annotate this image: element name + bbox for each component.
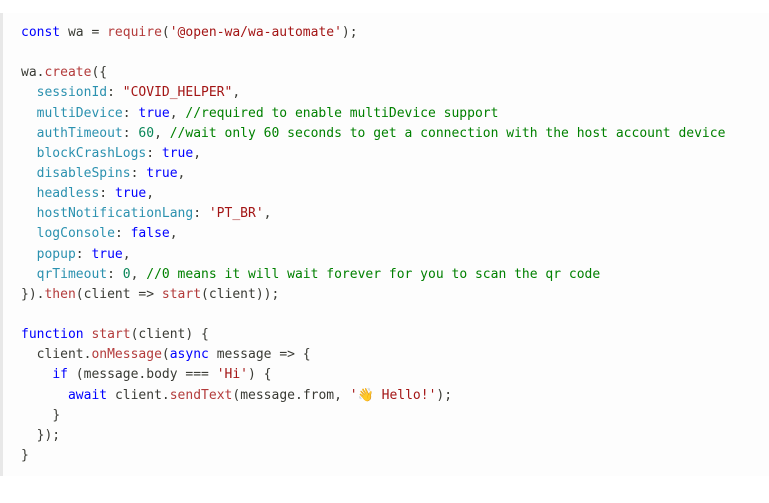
var-wa: wa (21, 65, 37, 80)
key-blockCrashLogs: blockCrashLogs (37, 146, 147, 161)
op: . (295, 388, 303, 403)
var-client: client (115, 388, 162, 403)
cmt-authTimeout: //wait only 60 seconds to get a connecti… (170, 126, 726, 141)
cmt-qrTimeout: //0 means it will wait forever for you t… (146, 267, 600, 282)
kw-const: const (21, 25, 60, 40)
op: , (146, 186, 154, 201)
op: = (91, 25, 99, 40)
str-hello: '👋 Hello!' (350, 388, 437, 403)
val-disableSpins: true (146, 166, 177, 181)
op: => { (279, 347, 310, 362)
val-logConsole: false (131, 226, 170, 241)
val-blockCrashLogs: true (162, 146, 193, 161)
op: }); (37, 428, 60, 443)
op: => (138, 287, 154, 302)
op: , (264, 206, 272, 221)
op: , (232, 85, 240, 100)
fn-start: start (162, 287, 201, 302)
kw-function: function (21, 327, 84, 342)
op: ( (162, 25, 170, 40)
op: , (170, 226, 178, 241)
op: ( (76, 367, 84, 382)
var-message: message (84, 367, 139, 382)
val-popup: true (91, 247, 122, 262)
key-headless: headless (37, 186, 100, 201)
op: : (131, 166, 139, 181)
prop-from: from (303, 388, 334, 403)
key-authTimeout: authTimeout (37, 126, 123, 141)
kw-await: await (68, 388, 107, 403)
param-client: client (138, 327, 185, 342)
op: , (334, 388, 342, 403)
op: } (21, 448, 29, 463)
fn-create: create (44, 65, 91, 80)
val-qrTimeout: 0 (123, 267, 131, 282)
op: , (178, 166, 186, 181)
op: : (107, 267, 115, 282)
op: )); (256, 287, 279, 302)
val-headless: true (115, 186, 146, 201)
str-pkg: '@open-wa/wa-automate' (170, 25, 342, 40)
var-wa: wa (68, 25, 84, 40)
op: . (162, 388, 170, 403)
op-eq: === (185, 367, 208, 382)
code-block: const wa = require('@open-wa/wa-automate… (0, 13, 769, 476)
kw-if: if (52, 367, 68, 382)
op: ) { (248, 367, 271, 382)
key-disableSpins: disableSpins (37, 166, 131, 181)
op: , (170, 106, 178, 121)
op: : (107, 85, 115, 100)
var-client: client (37, 347, 84, 362)
op: ( (76, 287, 84, 302)
op: : (123, 126, 131, 141)
var-message: message (240, 388, 295, 403)
str-hi: 'Hi' (217, 367, 248, 382)
key-popup: popup (37, 247, 76, 262)
val-hostNotificationLang: 'PT_BR' (209, 206, 264, 221)
val-sessionId: "COVID_HELPER" (123, 85, 233, 100)
val-authTimeout: 60 (138, 126, 154, 141)
key-qrTimeout: qrTimeout (37, 267, 107, 282)
op: } (52, 408, 60, 423)
cmt-multiDevice: //required to enable multiDevice support (185, 106, 498, 121)
kw-async: async (170, 347, 209, 362)
fn-name-start: start (91, 327, 130, 342)
fn-onMessage: onMessage (91, 347, 161, 362)
op: ( (232, 388, 240, 403)
op: : (99, 186, 107, 201)
key-sessionId: sessionId (37, 85, 107, 100)
val-multiDevice: true (138, 106, 169, 121)
key-hostNotificationLang: hostNotificationLang (37, 206, 194, 221)
op: : (115, 226, 123, 241)
op: ) { (185, 327, 208, 342)
param-message: message (217, 347, 272, 362)
op: ); (342, 25, 358, 40)
fn-sendText: sendText (170, 388, 233, 403)
key-logConsole: logConsole (37, 226, 115, 241)
op: : (193, 206, 201, 221)
op: ( (201, 287, 209, 302)
op: , (154, 126, 162, 141)
fn-require: require (107, 25, 162, 40)
op: ); (436, 388, 452, 403)
op: ({ (91, 65, 107, 80)
arg-client: client (209, 287, 256, 302)
op: ( (162, 347, 170, 362)
op: , (131, 267, 139, 282)
op: , (193, 146, 201, 161)
op: : (123, 106, 131, 121)
op: }). (21, 287, 44, 302)
op: , (123, 247, 131, 262)
op: : (146, 146, 154, 161)
param-client: client (84, 287, 131, 302)
fn-then: then (44, 287, 75, 302)
key-multiDevice: multiDevice (37, 106, 123, 121)
prop-body: body (146, 367, 177, 382)
op: : (76, 247, 84, 262)
